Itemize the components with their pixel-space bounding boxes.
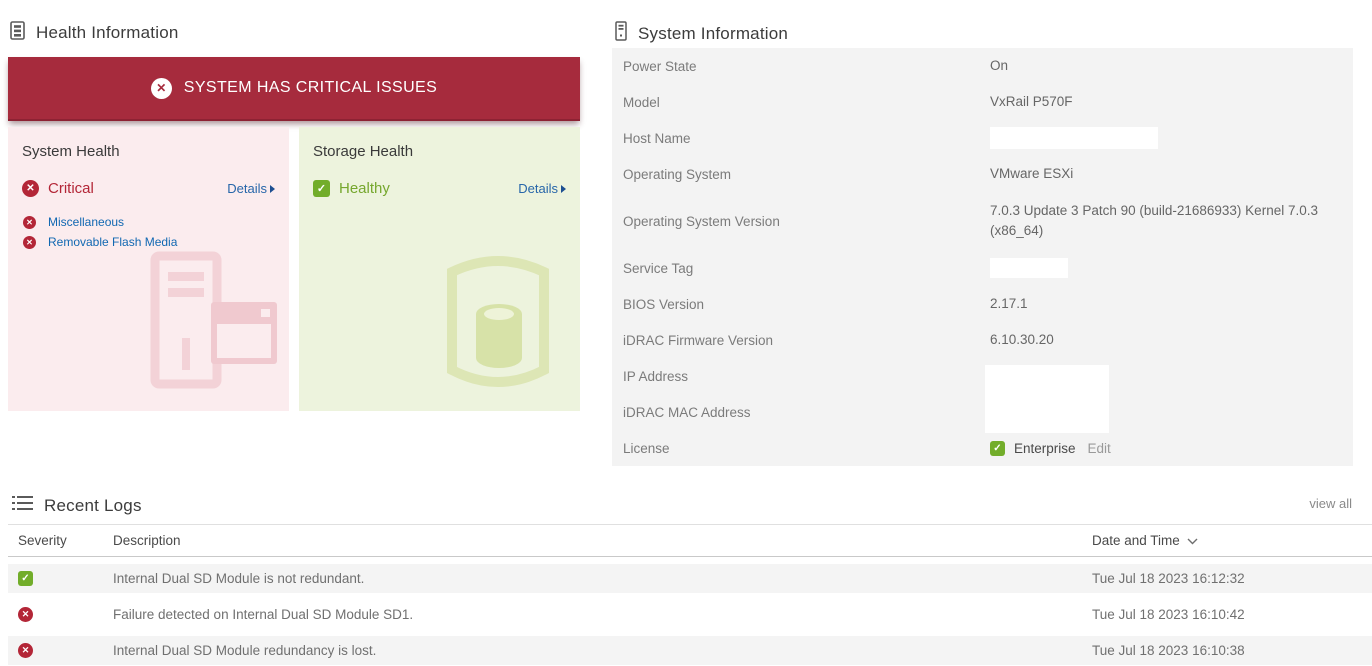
ok-status-icon: ✓ [18, 571, 33, 586]
system-information-icon [615, 21, 627, 46]
issue-cross-icon: ✕ [23, 236, 36, 249]
health-information-header: Health Information [10, 21, 179, 45]
redacted-value [990, 127, 1158, 149]
info-row-idrac-mac-address: iDRAC MAC Address [612, 394, 1353, 430]
info-row-ip-address: IP Address [612, 358, 1353, 394]
healthy-check-icon: ✓ [313, 180, 330, 197]
info-label: iDRAC MAC Address [612, 405, 990, 420]
log-datetime: Tue Jul 18 2023 16:12:32 [1092, 571, 1372, 586]
info-value: VMware ESXi [990, 164, 1093, 184]
critical-status-icon: ✕ [18, 643, 33, 658]
info-value: On [990, 56, 1028, 76]
info-value: VxRail P570F [990, 92, 1093, 112]
info-label: BIOS Version [612, 297, 990, 312]
health-information-title: Health Information [36, 23, 179, 43]
issue-link-miscellaneous[interactable]: Miscellaneous [48, 215, 124, 229]
critical-cross-icon: ✕ [151, 78, 172, 99]
info-label: Operating System Version [612, 214, 990, 229]
system-health-title: System Health [22, 143, 275, 160]
recent-logs-icon [12, 495, 33, 516]
log-description: Failure detected on Internal Dual SD Mod… [113, 607, 1092, 622]
storage-health-panel: Storage Health ✓ Healthy Details [299, 127, 580, 411]
license-check-icon: ✓ [990, 441, 1005, 456]
system-information-panel: Power State On Model VxRail P570F Host N… [612, 48, 1353, 466]
info-label: Host Name [612, 131, 990, 146]
arrow-right-icon [561, 185, 566, 193]
critical-banner-text: SYSTEM HAS CRITICAL ISSUES [184, 79, 437, 97]
log-datetime: Tue Jul 18 2023 16:10:42 [1092, 607, 1372, 622]
recent-logs-header: Recent Logs [12, 495, 142, 516]
info-row-bios-version: BIOS Version 2.17.1 [612, 286, 1353, 322]
recent-logs-title: Recent Logs [44, 496, 142, 516]
issue-cross-icon: ✕ [23, 216, 36, 229]
issue-row-miscellaneous: ✕ Miscellaneous [22, 215, 275, 229]
column-header-severity: Severity [8, 533, 113, 548]
log-row: ✓ Internal Dual SD Module is not redunda… [8, 564, 1372, 593]
critical-issues-banner: ✕ SYSTEM HAS CRITICAL ISSUES [8, 57, 580, 121]
license-edit-link[interactable]: Edit [1088, 441, 1111, 456]
view-all-link[interactable]: view all [1309, 496, 1352, 511]
storage-disk-watermark-icon [438, 252, 558, 397]
license-value: Enterprise [1014, 441, 1076, 456]
info-row-model: Model VxRail P570F [612, 84, 1353, 120]
critical-status-icon: ✕ [22, 180, 39, 197]
column-header-date-label: Date and Time [1092, 533, 1180, 548]
info-label: Power State [612, 59, 990, 74]
health-information-icon [10, 21, 25, 45]
info-row-service-tag: Service Tag [612, 250, 1353, 286]
system-health-panel: System Health ✕ Critical Details ✕ Misce… [8, 127, 289, 411]
info-row-license: License ✓ Enterprise Edit [612, 430, 1353, 466]
info-label: License [612, 441, 990, 456]
info-row-power-state: Power State On [612, 48, 1353, 84]
log-row: ✕ Failure detected on Internal Dual SD M… [8, 600, 1372, 629]
recent-logs-table: Severity Description Date and Time ✓ Int… [8, 524, 1372, 665]
system-information-header: System Information [615, 21, 788, 46]
critical-status-icon: ✕ [18, 607, 33, 622]
system-health-status: Critical [48, 180, 94, 197]
info-label: IP Address [612, 369, 990, 384]
log-description: Internal Dual SD Module is not redundant… [113, 571, 1092, 586]
log-table-header: Severity Description Date and Time [8, 524, 1372, 557]
info-value: 7.0.3 Update 3 Patch 90 (build-21686933)… [990, 201, 1350, 240]
info-label: Service Tag [612, 261, 990, 276]
storage-health-status: Healthy [339, 180, 390, 197]
column-header-date-sort[interactable]: Date and Time [1092, 533, 1198, 548]
info-row-os-version: Operating System Version 7.0.3 Update 3 … [612, 192, 1353, 250]
details-label: Details [518, 181, 558, 196]
column-header-description: Description [113, 533, 1092, 548]
redacted-value [985, 365, 1109, 433]
info-value: 2.17.1 [990, 294, 1048, 314]
log-row: ✕ Internal Dual SD Module redundancy is … [8, 636, 1372, 665]
arrow-right-icon [270, 185, 275, 193]
server-tower-watermark-icon [145, 250, 281, 395]
issue-link-removable-flash-media[interactable]: Removable Flash Media [48, 235, 177, 249]
idrac-dashboard: Health Information ✕ SYSTEM HAS CRITICAL… [0, 0, 1372, 666]
issue-row-removable-flash-media: ✕ Removable Flash Media [22, 235, 275, 249]
details-label: Details [227, 181, 267, 196]
log-datetime: Tue Jul 18 2023 16:10:38 [1092, 643, 1372, 658]
info-label: Model [612, 95, 990, 110]
storage-health-details-link[interactable]: Details [518, 181, 566, 196]
info-row-operating-system: Operating System VMware ESXi [612, 156, 1353, 192]
info-label: iDRAC Firmware Version [612, 333, 990, 348]
info-value: 6.10.30.20 [990, 330, 1074, 350]
log-description: Internal Dual SD Module redundancy is lo… [113, 643, 1092, 658]
info-label: Operating System [612, 167, 990, 182]
system-information-title: System Information [638, 24, 788, 44]
redacted-value [990, 258, 1068, 278]
info-row-idrac-firmware-version: iDRAC Firmware Version 6.10.30.20 [612, 322, 1353, 358]
chevron-down-icon [1187, 533, 1198, 548]
storage-health-title: Storage Health [313, 143, 566, 160]
info-row-host-name: Host Name [612, 120, 1353, 156]
system-health-details-link[interactable]: Details [227, 181, 275, 196]
